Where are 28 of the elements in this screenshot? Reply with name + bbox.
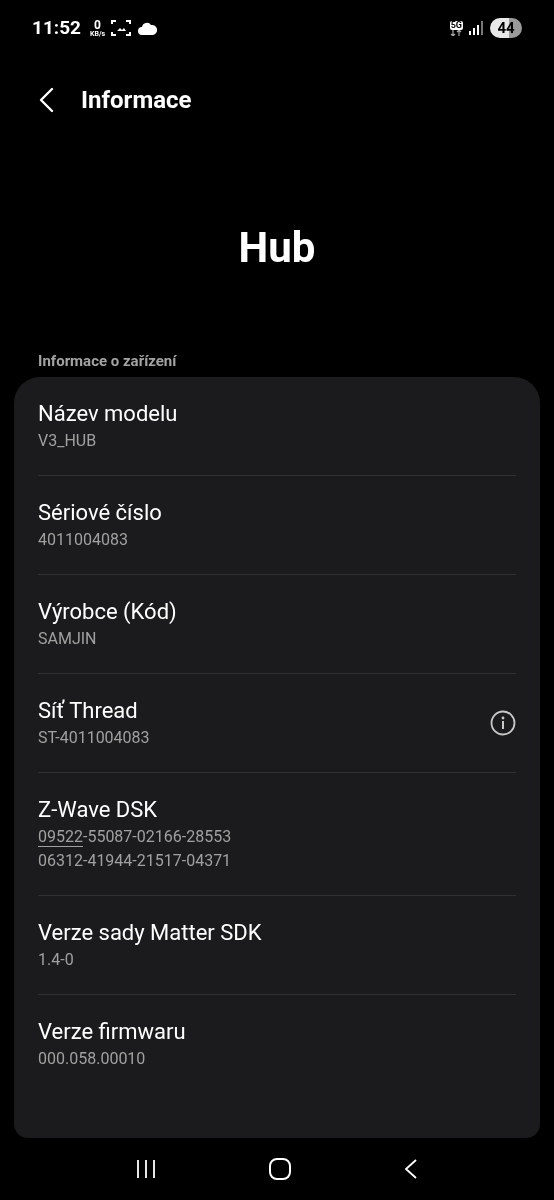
row-label: Verze firmwaru xyxy=(38,1018,187,1046)
row-value: 000.058.00010 xyxy=(38,1048,147,1070)
row-label: Výrobce (Kód) xyxy=(38,598,178,626)
battery-indicator: 44 xyxy=(490,18,522,38)
home-icon[interactable] xyxy=(268,1158,292,1180)
signal-icon xyxy=(469,21,483,35)
cloud-icon xyxy=(137,21,158,35)
row-value: 06312-41944-21517-04371 xyxy=(38,850,233,872)
screenshot-icon xyxy=(111,19,132,37)
page-title: Informace xyxy=(81,85,192,116)
row-label: Název modelu xyxy=(38,400,179,428)
recent-apps-icon[interactable] xyxy=(135,1159,158,1179)
row-label: Sériové číslo xyxy=(38,499,163,527)
back-icon[interactable] xyxy=(402,1158,419,1180)
row-label: Z-Wave DSK xyxy=(38,796,159,824)
device-name: Hub xyxy=(238,221,316,274)
network-speed-value: 0 xyxy=(94,18,101,31)
row-value: SAMJIN xyxy=(38,628,98,650)
section-header: Informace o zařízení xyxy=(38,351,177,372)
row-value: V3_HUB xyxy=(38,430,98,452)
row-value: 4011004083 xyxy=(38,529,129,551)
row-value: 1.4-0 xyxy=(38,949,75,971)
row-label: Síť Thread xyxy=(38,697,139,725)
row-value: 09522-55087-02166-28553 xyxy=(38,826,233,848)
status-time: 11:52 xyxy=(32,14,81,41)
info-icon[interactable] xyxy=(490,710,516,736)
row-value: ST-4011004083 xyxy=(38,727,151,749)
row-label: Verze sady Matter SDK xyxy=(38,919,263,947)
